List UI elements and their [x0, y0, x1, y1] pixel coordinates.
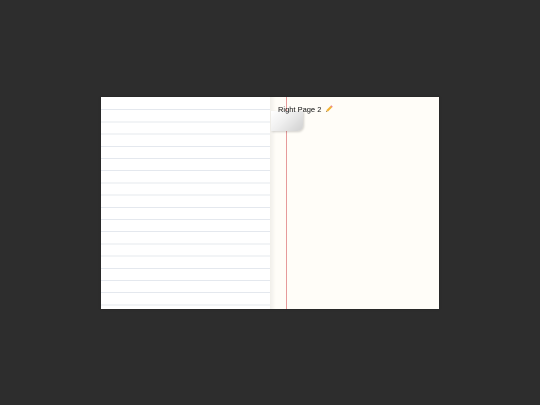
- page-title: Right Page 2: [278, 105, 334, 114]
- left-page[interactable]: [101, 97, 270, 309]
- right-page[interactable]: Right Page 2: [270, 97, 439, 309]
- pencil-icon: [325, 105, 334, 113]
- app-viewport: Right Page 2: [0, 0, 540, 405]
- page-curl-corner[interactable]: [271, 111, 303, 131]
- page-title-text: Right Page 2: [278, 105, 322, 114]
- notebook: Right Page 2: [101, 97, 439, 309]
